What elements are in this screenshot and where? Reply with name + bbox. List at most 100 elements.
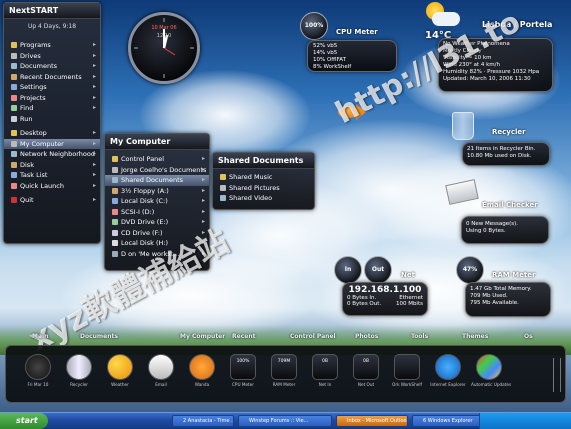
menu-item-icon	[112, 219, 118, 225]
menu-item-label: Desktop	[20, 129, 47, 137]
dock-item[interactable]: Email	[143, 354, 179, 387]
menu-item-icon	[11, 140, 17, 147]
menu-item-label: Task List	[20, 171, 48, 179]
dock-category-tab[interactable]: Photos	[355, 333, 378, 340]
chevron-right-icon: ▸	[92, 104, 96, 111]
dock-scroll-handle[interactable]	[553, 358, 561, 392]
ram-meter-title: RAM Meter	[492, 271, 536, 279]
cpu-meter-title: CPU Meter	[336, 28, 378, 36]
nextstart-menu-item[interactable]: Find ▸	[4, 103, 100, 114]
dock-category-tab[interactable]: Main	[32, 333, 48, 340]
start-button[interactable]: start	[0, 413, 48, 429]
dock-category-tab[interactable]: Themes	[462, 333, 488, 340]
my-computer-item[interactable]: Control Panel ▸	[105, 154, 209, 165]
dock-item[interactable]: Fri Mar 10	[20, 354, 56, 387]
menu-item-icon	[11, 42, 17, 48]
nextstart-menu-item[interactable]: Projects ▸	[4, 93, 100, 104]
recycle-bin-icon[interactable]	[452, 112, 474, 140]
taskbar-button[interactable]: 6 Windows Explorer	[412, 415, 484, 427]
chevron-right-icon: ▸	[92, 181, 96, 189]
nextstart-menu-item[interactable]: Desktop ▸	[4, 128, 100, 139]
menu-item-label: Projects	[20, 93, 46, 102]
menu-item-icon	[220, 195, 226, 201]
dock-item[interactable]: Recycler	[61, 354, 97, 387]
menu-item-label: Settings	[20, 83, 47, 91]
taskbar-button[interactable]: Winstep Forums :: Vie...	[238, 415, 332, 427]
chevron-right-icon: ▸	[92, 83, 96, 90]
nextstart-menu-item[interactable]: Drives ▸	[4, 51, 100, 62]
shared-documents-title: Shared Documents	[213, 153, 314, 169]
dock-item[interactable]: 0B Net In	[307, 354, 343, 387]
email-icon	[148, 354, 174, 380]
menu-item-icon	[11, 151, 17, 157]
dock-category-tab[interactable]: Os	[524, 333, 533, 340]
menu-item-icon	[11, 182, 17, 189]
shared-documents-item[interactable]: Shared Music	[213, 172, 314, 183]
dock-category-tab[interactable]: Recent	[232, 333, 255, 340]
my-computer-item[interactable]: 3½ Floppy (A:) ▸	[105, 186, 209, 197]
weather-icon[interactable]	[418, 2, 460, 30]
net-in-button[interactable]: In	[334, 256, 362, 284]
taskbar-button[interactable]: 2 Anastacia - Time ...	[172, 415, 234, 427]
dock-item-label: Fri Mar 10	[27, 382, 49, 387]
nextstart-menu-item[interactable]: Task List ▸	[4, 170, 100, 181]
analog-clock: 10 Mar 06 12:10	[128, 12, 200, 84]
net-out-button[interactable]: Out	[364, 256, 392, 284]
menu-item-label: DVD Drive (E:)	[121, 218, 169, 226]
nextstart-menu-item[interactable]: Recent Documents ▸	[4, 72, 100, 83]
menu-item-label: Control Panel	[121, 155, 165, 163]
taskbar-button[interactable]: Inbox - Microsoft Outlook	[336, 415, 408, 427]
ram-gauge[interactable]: 47%	[456, 256, 484, 284]
menu-item-quit[interactable]: Quit ▸	[4, 195, 100, 206]
dock-item-label: RAM Meter	[272, 382, 296, 387]
dock-item[interactable]: Automatic Updates	[471, 354, 512, 387]
menu-item-icon	[11, 52, 17, 59]
dock-item-label: Automatic Updates	[471, 382, 512, 387]
nextstart-menu-item[interactable]: Quick Launch ▸	[4, 181, 100, 192]
menu-item-icon	[220, 174, 226, 180]
my-computer-item[interactable]: Jorge Coelho's Documents ▸	[105, 165, 209, 176]
dock-item-label: Recycler	[70, 382, 88, 387]
nextstart-menu: NextSTART Up 4 Days, 9:18 Programs ▸ Drive…	[3, 2, 101, 244]
nextstart-menu-item[interactable]: My Computer ▸	[4, 138, 100, 149]
nextstart-menu-item[interactable]: Documents ▸	[4, 61, 100, 72]
dock-category-tab[interactable]: Control Panel	[290, 333, 336, 340]
shared-documents-item[interactable]: Shared Pictures	[213, 183, 314, 194]
nextstart-menu-item[interactable]: Run	[4, 114, 100, 125]
my-computer-item[interactable]: DVD Drive (E:) ▸	[105, 217, 209, 228]
nextstart-menu-item[interactable]: Network Neighborhood ▸	[4, 149, 100, 160]
dock-category-tab[interactable]: My Computer	[180, 333, 225, 340]
my-computer-item[interactable]: Local Disk (C:) ▸	[105, 196, 209, 207]
uptime-label: Up 4 Days, 9:18	[27, 23, 77, 30]
net-panel: 192.168.1.100 0 Bytes In. Ethernet 0 Byte…	[342, 282, 428, 316]
my-computer-item[interactable]: SCSI-I (D:) ▸	[105, 207, 209, 218]
my-computer-item[interactable]: Shared Documents ▸	[105, 175, 209, 186]
dock-category-tab[interactable]: Tools	[411, 333, 428, 340]
nextstart-menu-item[interactable]: Disk ▸	[4, 160, 100, 171]
nextstart-menu-item[interactable]: Settings ▸	[4, 82, 100, 93]
clock-date: 10 Mar 06	[151, 25, 177, 31]
dock-item[interactable]: Wanda	[184, 354, 220, 387]
menu-item-label: Quick Launch	[20, 181, 64, 190]
dock-item[interactable]: 100% CPU Meter	[225, 354, 261, 387]
dock-item[interactable]: 709M RAM Meter	[266, 354, 302, 387]
dock-category-tab[interactable]: Documents	[80, 333, 118, 340]
recycler-title: Recycler	[492, 128, 526, 136]
nextstart-menu-item[interactable]: Programs ▸	[4, 40, 100, 51]
chevron-right-icon: ▸	[92, 93, 96, 101]
recycler-icon	[66, 354, 92, 380]
system-tray[interactable]	[479, 413, 571, 429]
dock-item[interactable]: Internet Explorer	[430, 354, 466, 387]
chevron-right-icon: ▸	[201, 176, 205, 183]
cpu-icon: 100%	[230, 354, 256, 380]
menu-item-icon	[11, 84, 17, 90]
chevron-right-icon: ▸	[92, 171, 96, 178]
dock-item[interactable]: Ork WorkShelf	[389, 354, 425, 387]
menu-item-icon	[11, 105, 17, 111]
shared-documents-item[interactable]: Shared Video	[213, 193, 314, 204]
cpu-gauge[interactable]: 100%	[300, 12, 328, 40]
dock-item[interactable]: Weather	[102, 354, 138, 387]
dock-item[interactable]: 0B Net Out	[348, 354, 384, 387]
menu-item-label: Documents	[20, 62, 58, 70]
net-title: Net	[401, 271, 415, 279]
